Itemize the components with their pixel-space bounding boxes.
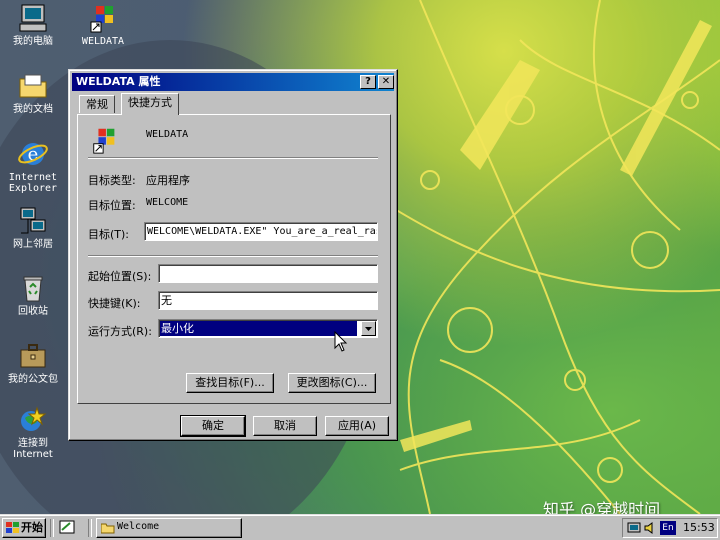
target-type-value: 应用程序 xyxy=(146,174,190,187)
desktop-icon-connect-internet[interactable]: 连接到 Internet xyxy=(0,404,66,460)
target-type-label: 目标类型: xyxy=(88,174,136,187)
desktop-icon-weldata[interactable]: WELDATA xyxy=(70,2,136,47)
taskbar-divider xyxy=(50,519,54,537)
system-tray: En 15:53 xyxy=(622,518,718,538)
folder-icon xyxy=(19,74,47,98)
chevron-down-icon xyxy=(365,327,372,331)
tab-panel-shortcut: WELDATA 目标类型: 应用程序 目标位置: WELCOME 目标(T): … xyxy=(77,114,391,404)
taskbar: 开始 Welcome En 15:53 xyxy=(0,514,720,540)
task-label: Welcome xyxy=(117,521,160,532)
target-input[interactable]: WELCOME\WELDATA.EXE" You_are_a_real_rasc… xyxy=(144,222,378,241)
start-button[interactable]: 开始 xyxy=(2,518,46,538)
ok-button[interactable]: 确定 xyxy=(180,415,246,437)
desktop-icon-label: 我的文档 xyxy=(13,104,53,115)
taskbar-task-welcome[interactable]: Welcome xyxy=(96,518,242,538)
separator xyxy=(88,157,378,159)
monitor-tray-icon[interactable] xyxy=(627,521,641,535)
watermark-text: 知乎 @穿越时间 xyxy=(543,500,661,514)
desktop-icon-label: 我的电脑 xyxy=(13,36,53,47)
mouse-cursor-icon xyxy=(334,331,348,352)
recycle-bin-icon xyxy=(23,276,43,302)
connect-wizard-icon xyxy=(21,406,47,431)
desktop-icon-label: WELDATA xyxy=(81,36,125,47)
help-button[interactable]: ? xyxy=(360,75,376,89)
windows-logo-icon xyxy=(90,6,113,33)
tab-shortcut-label: 快捷方式 xyxy=(128,96,172,109)
clock[interactable]: 15:53 xyxy=(683,521,715,534)
desktop-icon-briefcase[interactable]: 我的公文包 xyxy=(0,340,66,385)
run-select-value: 最小化 xyxy=(160,321,357,336)
target-location-value: WELCOME xyxy=(146,197,189,208)
properties-dialog: WELDATA 属性 ? ✕ 常规 快捷方式 WELDATA 目标类型: 应用程… xyxy=(68,69,398,441)
briefcase-icon xyxy=(20,344,46,368)
separator xyxy=(88,255,378,257)
dropdown-arrow-button[interactable] xyxy=(361,321,376,336)
volume-icon[interactable] xyxy=(643,521,657,535)
tab-shortcut[interactable]: 快捷方式 xyxy=(121,93,179,115)
run-label: 运行方式(R): xyxy=(88,325,152,338)
desktop-icon-my-computer[interactable]: 我的电脑 xyxy=(0,2,66,47)
shortcut-name: WELDATA xyxy=(146,129,189,140)
change-icon-button[interactable]: 更改图标(C)... xyxy=(288,373,376,393)
start-in-label: 起始位置(S): xyxy=(88,270,152,283)
desktop-icon-my-documents[interactable]: 我的文档 xyxy=(0,70,66,115)
tab-general[interactable]: 常规 xyxy=(79,95,115,113)
computer-icon xyxy=(19,4,47,32)
windows-logo-icon xyxy=(6,522,19,533)
network-icon xyxy=(20,207,46,234)
show-desktop-icon xyxy=(59,520,75,534)
cancel-button[interactable]: 取消 xyxy=(253,416,317,436)
window-title: WELDATA 属性 xyxy=(76,75,161,88)
shortcut-key-label: 快捷键(K): xyxy=(88,297,141,310)
desktop-icon-label: 连接到 Internet xyxy=(13,438,53,460)
desktop-icon-network[interactable]: 网上邻居 xyxy=(0,205,66,250)
desktop-icon-recycle-bin[interactable]: 回收站 xyxy=(0,272,66,317)
start-label: 开始 xyxy=(21,521,43,534)
language-indicator[interactable]: En xyxy=(660,521,676,535)
quick-launch-show-desktop[interactable] xyxy=(58,519,78,537)
close-button[interactable]: ✕ xyxy=(378,75,394,89)
desktop-icon-label: 回收站 xyxy=(18,306,48,317)
folder-icon xyxy=(101,523,115,534)
desktop-icon-internet-explorer[interactable]: e Internet Explorer xyxy=(0,138,66,194)
find-target-button[interactable]: 查找目标(F)... xyxy=(186,373,274,393)
apply-button[interactable]: 应用(A) xyxy=(325,416,389,436)
shortcut-key-input[interactable]: 无 xyxy=(158,291,378,310)
taskbar-divider xyxy=(88,519,92,537)
windows-logo-icon xyxy=(93,128,115,154)
desktop-icon-label: Internet Explorer xyxy=(8,172,58,194)
desktop-icon-label: 我的公文包 xyxy=(8,374,58,385)
title-bar[interactable]: WELDATA 属性 ? ✕ xyxy=(72,73,394,91)
target-label: 目标(T): xyxy=(88,228,130,241)
desktop-icon-label: 网上邻居 xyxy=(13,239,53,250)
target-location-label: 目标位置: xyxy=(88,199,136,212)
start-in-input[interactable] xyxy=(158,264,378,283)
internet-explorer-icon: e xyxy=(18,143,48,165)
